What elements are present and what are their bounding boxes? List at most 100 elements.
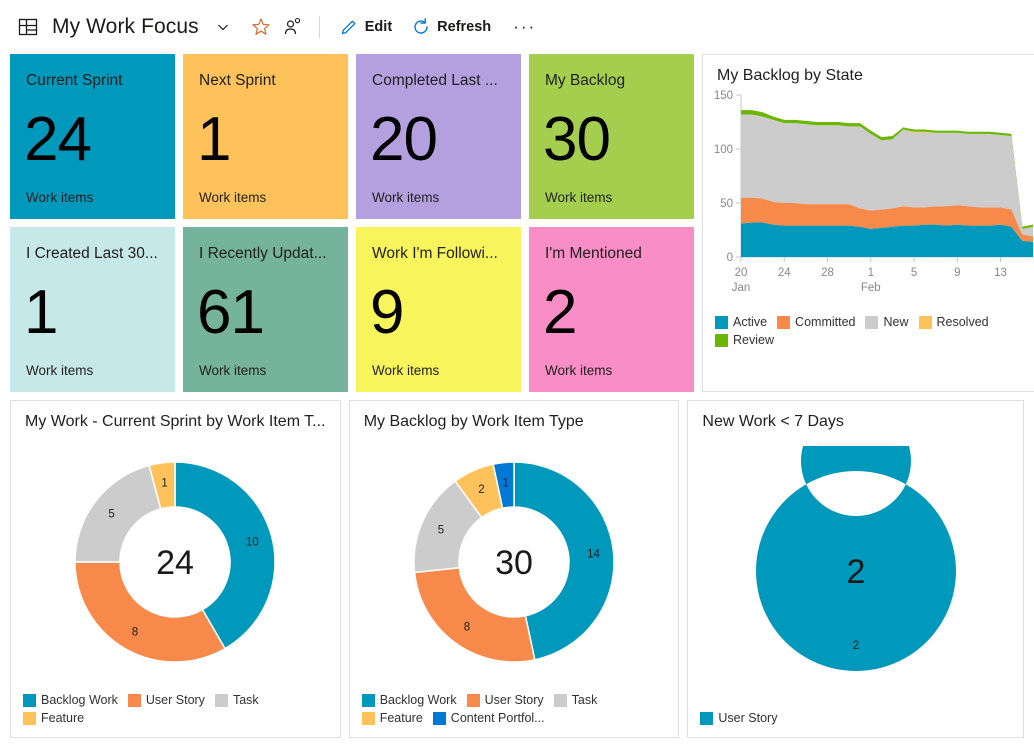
area-chart-legend: Active Committed New Resolved Review [703, 315, 1034, 347]
legend-color-swatch [467, 694, 480, 707]
count-tile-value: 30 [543, 111, 610, 168]
dashboard-header: My Work Focus Edit Refresh ··· [0, 0, 1034, 54]
count-tile[interactable]: Next Sprint1Work items [183, 54, 348, 219]
more-options-button[interactable]: ··· [501, 12, 548, 42]
widget-backlog-by-state[interactable]: My Backlog by State 05010015020Jan24281F… [702, 54, 1034, 392]
chevron-down-icon[interactable] [207, 11, 239, 43]
legend-label: Active [733, 315, 767, 329]
donut-slice-value: 10 [246, 536, 259, 548]
count-tile-value: 2 [543, 284, 576, 341]
tile-row-2: I Created Last 30...1Work itemsI Recentl… [10, 227, 694, 392]
legend-color-swatch [700, 712, 713, 725]
svg-text:5: 5 [911, 267, 917, 279]
legend-label: Resolved [937, 315, 989, 329]
svg-text:Feb: Feb [861, 282, 881, 294]
count-tile-subtitle: Work items [372, 363, 505, 378]
widget-current-sprint-by-type[interactable]: My Work - Current Sprint by Work Item T.… [10, 400, 341, 738]
edit-button[interactable]: Edit [330, 13, 402, 41]
count-tile-title: My Backlog [545, 72, 678, 89]
svg-text:28: 28 [821, 267, 834, 279]
count-tile-subtitle: Work items [545, 363, 678, 378]
count-tile[interactable]: Completed Last ...20Work items [356, 54, 521, 219]
legend-item[interactable]: Task [554, 693, 598, 707]
count-tile-title: Current Sprint [26, 72, 159, 89]
donut-slice-value: 8 [464, 622, 470, 634]
legend-label: User Story [485, 693, 544, 707]
refresh-button-label: Refresh [437, 19, 491, 35]
legend-label: Committed [795, 315, 855, 329]
star-icon[interactable] [245, 11, 277, 43]
dashboard-row-2: My Work - Current Sprint by Work Item T.… [10, 400, 1024, 738]
count-tile[interactable]: Work I'm Followi...9Work items [356, 227, 521, 392]
refresh-button[interactable]: Refresh [402, 13, 501, 41]
legend-item[interactable]: Review [715, 333, 774, 347]
count-tile-value: 24 [24, 111, 91, 168]
count-tile-subtitle: Work items [26, 363, 159, 378]
legend-label: Feature [41, 711, 84, 725]
donut-slice-value: 2 [852, 640, 858, 652]
donut-chart: 1085124 [50, 437, 300, 687]
svg-text:0: 0 [727, 252, 733, 264]
count-tile-title: I'm Mentioned [545, 245, 678, 262]
count-tile-subtitle: Work items [26, 190, 159, 205]
count-tile[interactable]: My Backlog30Work items [529, 54, 694, 219]
tile-row-1: Current Sprint24Work itemsNext Sprint1Wo… [10, 54, 694, 219]
legend-item[interactable]: Resolved [919, 315, 989, 329]
count-tile[interactable]: I Created Last 30...1Work items [10, 227, 175, 392]
svg-text:20: 20 [735, 267, 748, 279]
widget-title: My Backlog by State [703, 55, 1034, 85]
legend-item[interactable]: User Story [700, 711, 777, 725]
legend-color-swatch [128, 694, 141, 707]
legend-item[interactable]: User Story [128, 693, 205, 707]
legend-label: Task [233, 693, 259, 707]
legend-label: Feature [380, 711, 423, 725]
edit-button-label: Edit [365, 19, 392, 35]
legend-item[interactable]: User Story [467, 693, 544, 707]
pencil-icon [340, 18, 358, 36]
person-add-icon[interactable] [277, 11, 309, 43]
legend-item[interactable]: Backlog Work [23, 693, 118, 707]
area-chart: 05010015020Jan24281Feb5913 [703, 85, 1034, 315]
page-title[interactable]: My Work Focus [52, 15, 199, 39]
legend-label: Backlog Work [41, 693, 118, 707]
svg-text:1: 1 [868, 267, 874, 279]
legend-color-swatch [554, 694, 567, 707]
count-tile[interactable]: I Recently Updat...61Work items [183, 227, 348, 392]
legend-item[interactable]: Feature [23, 711, 84, 725]
legend-color-swatch [362, 712, 375, 725]
count-tile[interactable]: Current Sprint 24 Work items [10, 54, 175, 219]
dashboard-grid-icon[interactable] [12, 11, 44, 43]
count-tile[interactable]: I'm Mentioned 2 Work items [529, 227, 694, 392]
svg-text:150: 150 [714, 90, 733, 102]
count-tile-title: Next Sprint [199, 72, 332, 89]
legend-color-swatch [777, 316, 790, 329]
widget-new-work-7-days[interactable]: New Work < 7 Days 22 User Story [687, 400, 1024, 738]
legend-item[interactable]: Content Portfol... [433, 711, 545, 725]
legend-item[interactable]: Task [215, 693, 259, 707]
donut-center-total: 2 [846, 553, 865, 591]
legend-item[interactable]: Active [715, 315, 767, 329]
legend-item[interactable]: Feature [362, 711, 423, 725]
count-tile-title: Work I'm Followi... [372, 245, 505, 262]
legend-label: User Story [718, 711, 777, 725]
count-tile-value: 20 [370, 111, 437, 168]
donut-slice-value: 5 [438, 524, 444, 536]
count-tile-title: I Recently Updat... [199, 245, 332, 262]
legend-color-swatch [23, 712, 36, 725]
legend-item[interactable]: Backlog Work [362, 693, 457, 707]
donut-slice-value: 1 [502, 477, 508, 489]
legend-color-swatch [715, 334, 728, 347]
legend-item[interactable]: Committed [777, 315, 855, 329]
count-tile-subtitle: Work items [199, 190, 332, 205]
donut-slice-value: 14 [587, 549, 600, 561]
svg-text:Jan: Jan [732, 282, 751, 294]
legend-label: Backlog Work [380, 693, 457, 707]
donut-slice-value: 5 [109, 508, 115, 520]
dashboard-row-1: Current Sprint24Work itemsNext Sprint1Wo… [10, 54, 1024, 392]
donut-legend: Backlog Work User Story Task Feature [11, 693, 340, 737]
donut-chart: 22 [731, 446, 981, 696]
widget-backlog-by-type[interactable]: My Backlog by Work Item Type 14852130 Ba… [349, 400, 680, 738]
donut-area: 22 [688, 431, 1023, 711]
donut-center-total: 30 [495, 544, 533, 582]
legend-item[interactable]: New [865, 315, 908, 329]
